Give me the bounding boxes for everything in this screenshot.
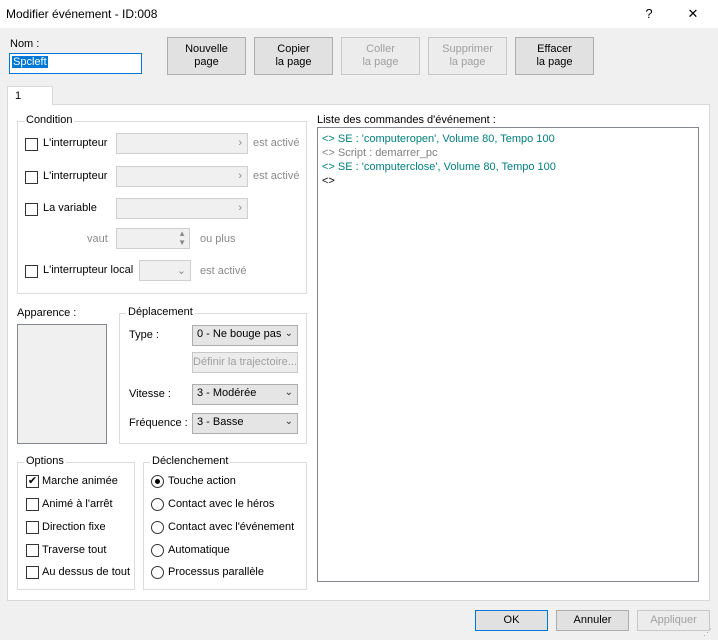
frequency-label: Fréquence : [129,417,188,429]
chevron-down-icon: ⌄ [176,265,186,277]
chevron-down-icon: ⌄ [284,416,293,427]
chevron-right-icon: › [238,137,242,149]
delete-page-button[interactable]: Supprimer la page [428,37,507,75]
switch2-suffix: est activé [253,170,300,182]
trigger-player-touch-radio[interactable] [151,498,164,511]
tab-page-1[interactable]: 1 [7,86,53,105]
walk-anim-checkbox[interactable]: ✔ [26,475,39,488]
appearance-preview[interactable] [17,324,107,444]
option-label: Au dessus de tout [42,566,131,578]
variable-label: La variable [43,202,97,214]
command-line[interactable]: <> [322,174,694,188]
chevron-down-icon: ⌄ [284,387,293,398]
spin-up-icon[interactable]: ▲ [178,229,186,238]
options-title: Options [24,455,66,467]
frequency-value: 3 - Basse [197,416,244,428]
new-page-button[interactable]: Nouvelle page [167,37,246,75]
self-switch-suffix: est activé [200,265,247,277]
check-icon: ✔ [27,475,38,487]
appearance-title: Apparence : [17,307,77,319]
copy-page-button[interactable]: Copier la page [254,37,333,75]
type-label: Type : [129,329,159,341]
event-commands-list[interactable]: <> SE : 'computeropen', Volume 80, Tempo… [317,127,699,582]
chevron-right-icon: › [238,170,242,182]
condition-title: Condition [24,114,75,126]
type-value: 0 - Ne bouge pas [197,328,282,340]
through-checkbox[interactable] [26,544,39,557]
clear-page-button[interactable]: Effacer la page [515,37,594,75]
paste-page-button[interactable]: Coller la page [341,37,420,75]
option-label: Animé à l'arrêt [42,498,113,510]
name-field-value: Spcleft [12,56,48,68]
self-switch-checkbox[interactable] [25,265,38,278]
switch1-checkbox[interactable] [25,138,38,151]
speed-value: 3 - Modérée [197,387,257,399]
trigger-label: Touche action [168,475,236,487]
command-line[interactable]: <> SE : 'computerclose', Volume 80, Temp… [322,160,694,174]
step-anim-checkbox[interactable] [26,498,39,511]
movement-title: Déplacement [126,306,195,318]
ok-button[interactable]: OK [475,610,548,631]
speed-label: Vitesse : [129,388,171,400]
commands-title: Liste des commandes d'événement : [317,114,496,126]
resize-grip-icon[interactable]: ⋰ [703,627,715,639]
trigger-label: Processus parallèle [168,566,264,578]
chevron-down-icon: ⌄ [284,328,293,339]
frequency-select[interactable]: 3 - Basse ⌄ [192,413,298,434]
switch2-select[interactable]: › [116,166,248,187]
switch1-select[interactable]: › [116,133,248,154]
command-line[interactable]: <> Script : demarrer_pc [322,146,694,160]
name-field[interactable]: Spcleft [9,53,142,74]
switch2-label: L'interrupteur [43,170,108,182]
help-button[interactable]: ? [627,0,671,28]
trigger-label: Automatique [168,544,230,556]
define-route-button[interactable]: Définir la trajectoire... [192,352,298,373]
chevron-right-icon: › [238,202,242,214]
command-line[interactable]: <> SE : 'computeropen', Volume 80, Tempo… [322,132,694,146]
value-spinner[interactable]: ▲ ▼ [116,228,190,249]
cancel-button[interactable]: Annuler [556,610,629,631]
variable-checkbox[interactable] [25,203,38,216]
self-switch-label: L'interrupteur local [43,264,134,276]
close-button[interactable]: ✕ [671,0,715,28]
spin-down-icon[interactable]: ▼ [178,238,186,247]
trigger-parallel-radio[interactable] [151,566,164,579]
variable-select[interactable]: › [116,198,248,219]
direction-fix-checkbox[interactable] [26,521,39,534]
trigger-label: Contact avec l'événement [168,521,295,533]
switch1-suffix: est activé [253,137,300,149]
trigger-title: Déclenchement [150,455,231,467]
type-select[interactable]: 0 - Ne bouge pas ⌄ [192,325,298,346]
self-switch-select[interactable]: ⌄ [139,260,191,281]
name-label: Nom : [10,38,40,50]
option-label: Traverse tout [42,544,107,556]
trigger-autorun-radio[interactable] [151,544,164,557]
trigger-action-radio[interactable] [151,475,164,488]
trigger-event-touch-radio[interactable] [151,521,164,534]
switch1-label: L'interrupteur [43,137,108,149]
option-label: Marche animée [42,475,118,487]
always-on-top-checkbox[interactable] [26,566,39,579]
option-label: Direction fixe [42,521,106,533]
apply-button[interactable]: Appliquer [637,610,710,631]
trigger-label: Contact avec le héros [168,498,275,510]
switch2-checkbox[interactable] [25,171,38,184]
value-label: vaut [87,233,108,245]
window-title: Modifier événement - ID:008 [6,7,158,21]
value-suffix: ou plus [200,233,236,245]
speed-select[interactable]: 3 - Modérée ⌄ [192,384,298,405]
